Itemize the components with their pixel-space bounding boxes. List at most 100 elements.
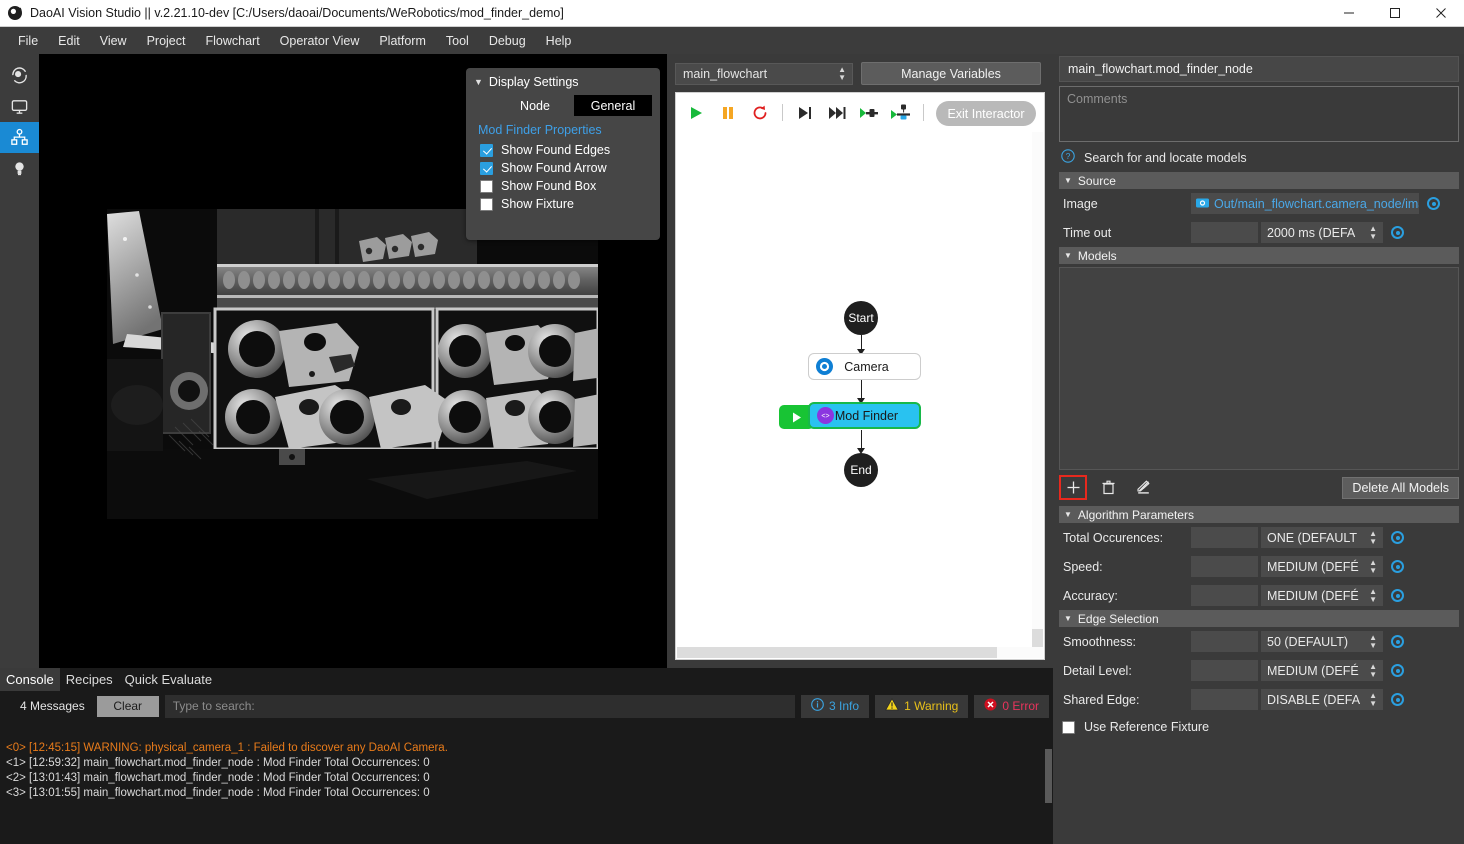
- tab-general[interactable]: General: [574, 95, 652, 116]
- section-header-algorithm-parameters[interactable]: ▼ Algorithm Parameters: [1059, 506, 1459, 523]
- label-show-found-edges: Show Found Edges: [501, 143, 611, 157]
- total-occurences-binding-radio[interactable]: [1391, 531, 1404, 544]
- lightbulb-icon[interactable]: [0, 153, 39, 184]
- chevron-down-icon-models: ▼: [1064, 251, 1072, 260]
- badge-warning[interactable]: 1 Warning: [875, 694, 969, 718]
- tab-console[interactable]: Console: [0, 668, 60, 691]
- flowchart-vertical-scrollbar[interactable]: [1032, 132, 1043, 647]
- detail-level-combo[interactable]: MEDIUM (DEFÉ ▲ ▼: [1261, 660, 1383, 681]
- menu-edit[interactable]: Edit: [48, 30, 90, 52]
- spinner-arrows-icon: ▲ ▼: [838, 64, 846, 82]
- scrollbar-thumb-console[interactable]: [1045, 749, 1052, 803]
- menu-project[interactable]: Project: [137, 30, 196, 52]
- smoothness-binding-radio[interactable]: [1391, 635, 1404, 648]
- monitor-display-icon[interactable]: [0, 91, 39, 122]
- display-settings-header[interactable]: ▼ Display Settings: [466, 74, 660, 95]
- checkbox-row-show-found-box[interactable]: Show Found Box: [466, 177, 660, 195]
- tab-quick-evaluate[interactable]: Quick Evaluate: [119, 668, 218, 691]
- tab-recipes[interactable]: Recipes: [60, 668, 119, 691]
- detail-level-binding-radio[interactable]: [1391, 664, 1404, 677]
- badge-info[interactable]: 3 Info: [801, 694, 870, 718]
- timeout-combo[interactable]: 2000 ms (DEFA ▲ ▼: [1261, 222, 1383, 243]
- accuracy-input[interactable]: [1191, 585, 1258, 606]
- shared-edge-binding-radio[interactable]: [1391, 693, 1404, 706]
- mod-finder-properties-label: Mod Finder Properties: [478, 123, 602, 137]
- smoothness-input[interactable]: [1191, 631, 1258, 652]
- step-over-icon[interactable]: [795, 104, 815, 122]
- minimize-button[interactable]: [1326, 0, 1372, 27]
- menu-platform[interactable]: Platform: [369, 30, 436, 52]
- scrollbar-thumb[interactable]: [1032, 629, 1043, 647]
- delete-all-models-button[interactable]: Delete All Models: [1342, 476, 1459, 499]
- info-circle-icon: [811, 698, 824, 714]
- property-row-smoothness: Smoothness: 50 (DEFAULT) ▲ ▼: [1053, 627, 1464, 656]
- scrollbar-thumb-h[interactable]: [677, 647, 997, 658]
- speed-combo[interactable]: MEDIUM (DEFÉ ▲ ▼: [1261, 556, 1383, 577]
- maximize-button[interactable]: [1372, 0, 1418, 27]
- speed-binding-radio[interactable]: [1391, 560, 1404, 573]
- checkbox-show-found-arrow[interactable]: [480, 161, 493, 175]
- tab-node[interactable]: Node: [496, 95, 574, 116]
- menu-flowchart[interactable]: Flowchart: [195, 30, 269, 52]
- menu-help[interactable]: Help: [536, 30, 582, 52]
- smoothness-combo[interactable]: 50 (DEFAULT) ▲ ▼: [1261, 631, 1383, 652]
- checkbox-show-found-box[interactable]: [480, 179, 493, 193]
- menu-operator-view[interactable]: Operator View: [270, 30, 370, 52]
- flowchart-nodes-icon[interactable]: [0, 122, 39, 153]
- manage-variables-button[interactable]: Manage Variables: [861, 62, 1041, 85]
- checkbox-show-found-edges[interactable]: [480, 143, 493, 157]
- add-model-button[interactable]: [1059, 475, 1087, 500]
- section-header-models[interactable]: ▼ Models: [1059, 247, 1459, 264]
- detail-level-input[interactable]: [1191, 660, 1258, 681]
- models-list[interactable]: [1059, 267, 1459, 470]
- shared-edge-combo[interactable]: DISABLE (DEFA ▲ ▼: [1261, 689, 1383, 710]
- section-header-edge-selection[interactable]: ▼ Edge Selection: [1059, 610, 1459, 627]
- image-binding-radio[interactable]: [1427, 197, 1440, 210]
- console-vertical-scrollbar[interactable]: [1044, 721, 1053, 844]
- accuracy-combo[interactable]: MEDIUM (DEFÉ ▲ ▼: [1261, 585, 1383, 606]
- vision-eye-icon[interactable]: [0, 60, 39, 91]
- speed-input[interactable]: [1191, 556, 1258, 577]
- total-occurences-input[interactable]: [1191, 527, 1258, 548]
- menu-view[interactable]: View: [90, 30, 137, 52]
- image-source-value[interactable]: Out/main_flowchart.camera_node/ima: [1191, 193, 1419, 214]
- delete-model-button[interactable]: [1094, 475, 1122, 500]
- menu-file[interactable]: File: [8, 30, 48, 52]
- flow-node-camera[interactable]: Camera: [808, 353, 921, 380]
- close-button[interactable]: [1418, 0, 1464, 27]
- run-to-node-icon[interactable]: [859, 104, 879, 122]
- section-header-source[interactable]: ▼ Source: [1059, 172, 1459, 189]
- console-log-area[interactable]: <0> [12:45:15] WARNING: physical_camera_…: [0, 721, 1053, 801]
- edit-model-button[interactable]: [1129, 475, 1157, 500]
- run-play-icon[interactable]: [686, 104, 706, 122]
- restart-loop-icon[interactable]: [750, 104, 770, 122]
- console-search-input[interactable]: Type to search:: [164, 694, 796, 718]
- run-from-node-icon[interactable]: [891, 104, 911, 122]
- step-forward-icon[interactable]: [827, 104, 847, 122]
- accuracy-binding-radio[interactable]: [1391, 589, 1404, 602]
- timeout-binding-radio[interactable]: [1391, 226, 1404, 239]
- shared-edge-input[interactable]: [1191, 689, 1258, 710]
- flowchart-canvas[interactable]: Exit Interactor Start Camera <> Mod Find…: [675, 92, 1045, 660]
- checkbox-use-reference-fixture[interactable]: [1062, 720, 1075, 734]
- exit-interactor-button[interactable]: Exit Interactor: [936, 101, 1036, 126]
- checkbox-row-show-found-edges[interactable]: Show Found Edges: [466, 141, 660, 159]
- badge-error[interactable]: 0 Error: [974, 694, 1049, 718]
- menu-debug[interactable]: Debug: [479, 30, 536, 52]
- checkbox-row-show-found-arrow[interactable]: Show Found Arrow: [466, 159, 660, 177]
- menu-tool[interactable]: Tool: [436, 30, 479, 52]
- flowchart-horizontal-scrollbar[interactable]: [677, 647, 1043, 658]
- use-reference-fixture-row[interactable]: Use Reference Fixture: [1053, 714, 1464, 734]
- flow-node-mod-finder[interactable]: <> Mod Finder: [808, 402, 921, 429]
- flow-node-start[interactable]: Start: [844, 301, 878, 335]
- checkbox-show-fixture[interactable]: [480, 197, 493, 211]
- pause-icon[interactable]: [718, 104, 738, 122]
- checkbox-row-show-fixture[interactable]: Show Fixture: [466, 195, 660, 213]
- flowchart-selector[interactable]: main_flowchart ▲ ▼: [675, 62, 853, 85]
- flow-node-end[interactable]: End: [844, 453, 878, 487]
- timeout-input[interactable]: [1191, 222, 1258, 243]
- total-occurences-combo[interactable]: ONE (DEFAULT ▲ ▼: [1261, 527, 1383, 548]
- clear-button[interactable]: Clear: [96, 695, 159, 717]
- comments-field[interactable]: Comments: [1059, 86, 1459, 142]
- image-viewer[interactable]: ▼ Display Settings Node General Mod Find…: [39, 54, 667, 668]
